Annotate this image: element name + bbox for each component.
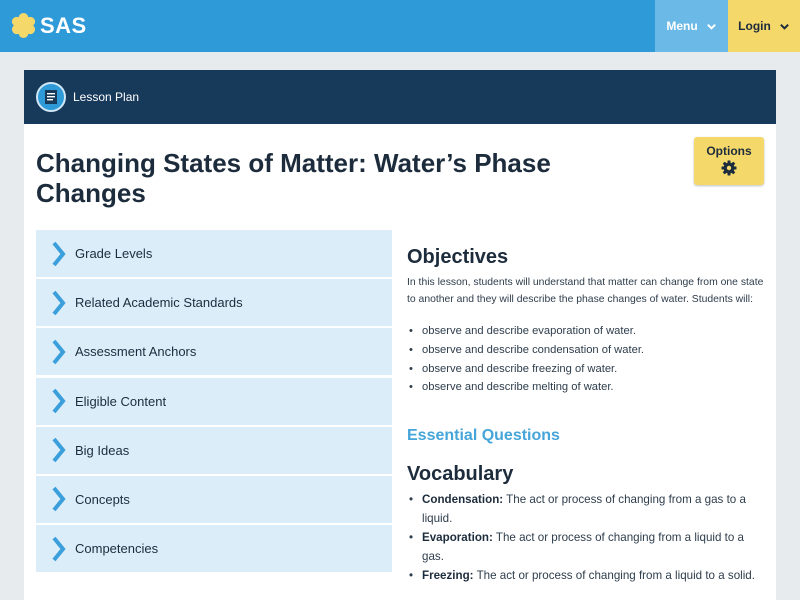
lesson-card: Lesson Plan Changing States of Matter: W… [24, 70, 776, 600]
accordion-label: Eligible Content [75, 393, 167, 409]
login-label: Login [738, 19, 771, 33]
vocabulary-term: Evaporation: [422, 531, 493, 545]
flower-logo-icon [11, 12, 36, 39]
accordion-label: Related Academic Standards [75, 295, 243, 311]
objective-item: observe and describe melting of water. [407, 378, 767, 397]
vocabulary-item: Condensation: The act or process of chan… [407, 490, 767, 528]
gear-icon [721, 160, 737, 176]
chevron-right-icon [51, 485, 67, 513]
chevron-down-icon [706, 21, 717, 32]
accordion-label: Concepts [75, 491, 130, 507]
objective-item: observe and describe evaporation of wate… [407, 322, 767, 341]
accordion-label: Big Ideas [75, 442, 130, 458]
vocabulary-definition: The act or process of changing from a li… [476, 569, 755, 583]
chevron-right-icon [51, 387, 67, 415]
essential-questions-heading[interactable]: Essential Questions [407, 427, 767, 445]
accordion-label: Grade Levels [75, 246, 153, 261]
options-label: Options [706, 144, 752, 158]
page-title: Changing States of Matter: Water’s Phase… [36, 148, 551, 208]
vocabulary-item: Freezing: The act or process of changing… [407, 566, 767, 585]
objectives-heading: Objectives [407, 246, 509, 268]
chevron-right-icon [51, 535, 67, 563]
accordion-related-academic-standards[interactable]: Related Academic Standards [36, 279, 392, 327]
logo-text: SAS [40, 12, 87, 38]
objective-item: observe and describe condensation of wat… [407, 341, 767, 360]
menu-label: Menu [666, 19, 698, 33]
accordion-concepts[interactable]: Concepts [36, 475, 392, 523]
lesson-content: Objectives In this lesson, students will… [407, 240, 767, 585]
document-icon [36, 82, 66, 112]
accordion-eligible-content[interactable]: Eligible Content [36, 377, 392, 425]
objectives-list: observe and describe evaporation of wate… [407, 322, 767, 397]
accordion-competencies[interactable]: Competencies [36, 525, 392, 573]
objectives-intro: In this lesson, students will understand… [407, 277, 764, 305]
chevron-down-icon [779, 21, 790, 32]
vocabulary-item: Evaporation: The act or process of chang… [407, 528, 767, 566]
top-navigation-bar: SAS Menu Login [0, 0, 800, 52]
vocabulary-term: Condensation: [422, 493, 504, 507]
chevron-right-icon [51, 338, 67, 366]
accordion-label: Assessment Anchors [75, 344, 197, 360]
objective-item: observe and describe freezing of water. [407, 360, 767, 379]
chevron-right-icon [51, 240, 67, 268]
login-button[interactable]: Login [728, 0, 800, 52]
accordion-grade-levels[interactable]: Grade Levels [36, 230, 392, 277]
options-button[interactable]: Options [694, 137, 764, 185]
sas-logo[interactable]: SAS [10, 12, 87, 39]
lesson-type-bar: Lesson Plan [24, 70, 776, 124]
chevron-right-icon [51, 289, 67, 317]
vocabulary-list: Condensation: The act or process of chan… [407, 490, 767, 585]
accordion-big-ideas[interactable]: Big Ideas [36, 426, 392, 474]
chevron-right-icon [51, 436, 67, 464]
accordion-assessment-anchors[interactable]: Assessment Anchors [36, 328, 392, 376]
vocabulary-term: Freezing: [422, 569, 474, 583]
lesson-type-label: Lesson Plan [73, 90, 140, 104]
vocabulary-heading: Vocabulary [407, 463, 514, 486]
menu-button[interactable]: Menu [655, 0, 728, 52]
accordion-label: Competencies [75, 541, 159, 557]
lesson-details-accordion: Grade Levels Related Academic Standards … [36, 230, 392, 574]
